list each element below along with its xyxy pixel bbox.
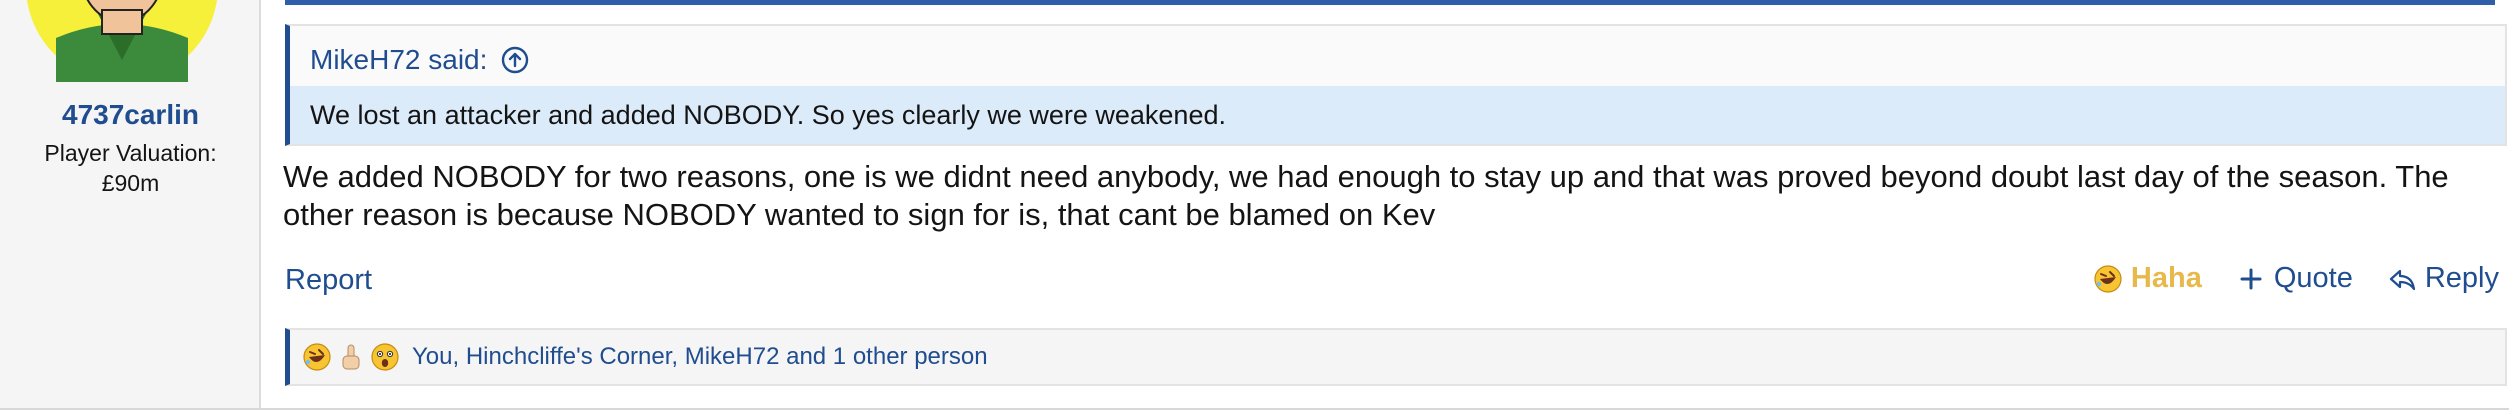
reactions-summary[interactable]: You, Hinchcliffe's Corner, MikeH72 and 1…	[412, 343, 988, 371]
reply-button[interactable]: Reply	[2387, 262, 2499, 295]
avatar[interactable]	[26, 0, 218, 82]
valuation-label: Player Valuation:	[44, 140, 217, 166]
quote-author[interactable]: MikeH72 said:	[310, 44, 487, 76]
user-sidebar: 4737carlin Player Valuation: £90m	[0, 0, 261, 410]
post-divider	[0, 408, 2509, 410]
post-main: MikeH72 said: We lost an attacker and ad…	[261, 0, 2509, 410]
message-body: We added NOBODY for two reasons, one is …	[283, 159, 2449, 232]
rofl-icon	[2094, 264, 2122, 293]
user-valuation: Player Valuation: £90m	[0, 138, 259, 198]
quote-button[interactable]: Quote	[2236, 262, 2353, 295]
forum-post: 4737carlin Player Valuation: £90m MikeH7…	[0, 0, 2509, 410]
reply-label: Reply	[2424, 262, 2499, 294]
top-accent-bar	[285, 0, 2495, 5]
reactions-bar: You, Hinchcliffe's Corner, MikeH72 and 1…	[285, 328, 2507, 386]
quote-block: MikeH72 said: We lost an attacker and ad…	[285, 24, 2507, 146]
quote-text: We lost an attacker and added NOBODY. So…	[290, 86, 2505, 144]
middle-finger-icon	[342, 344, 360, 370]
rofl-icon	[303, 343, 331, 371]
quote-label: Quote	[2273, 262, 2353, 294]
report-link[interactable]: Report	[285, 264, 372, 297]
valuation-value: £90m	[101, 170, 160, 196]
haha-label: Haha	[2130, 262, 2202, 294]
plus-icon	[2240, 268, 2262, 289]
quote-header: MikeH72 said:	[310, 44, 529, 76]
post-actions: Haha Quote Reply	[2093, 262, 2499, 295]
haha-reaction-button[interactable]: Haha	[2093, 262, 2202, 295]
astonished-icon	[371, 343, 399, 371]
reply-icon	[2389, 269, 2415, 290]
username[interactable]: 4737carlin	[0, 99, 259, 131]
arrow-up-circle-icon[interactable]	[501, 46, 529, 74]
